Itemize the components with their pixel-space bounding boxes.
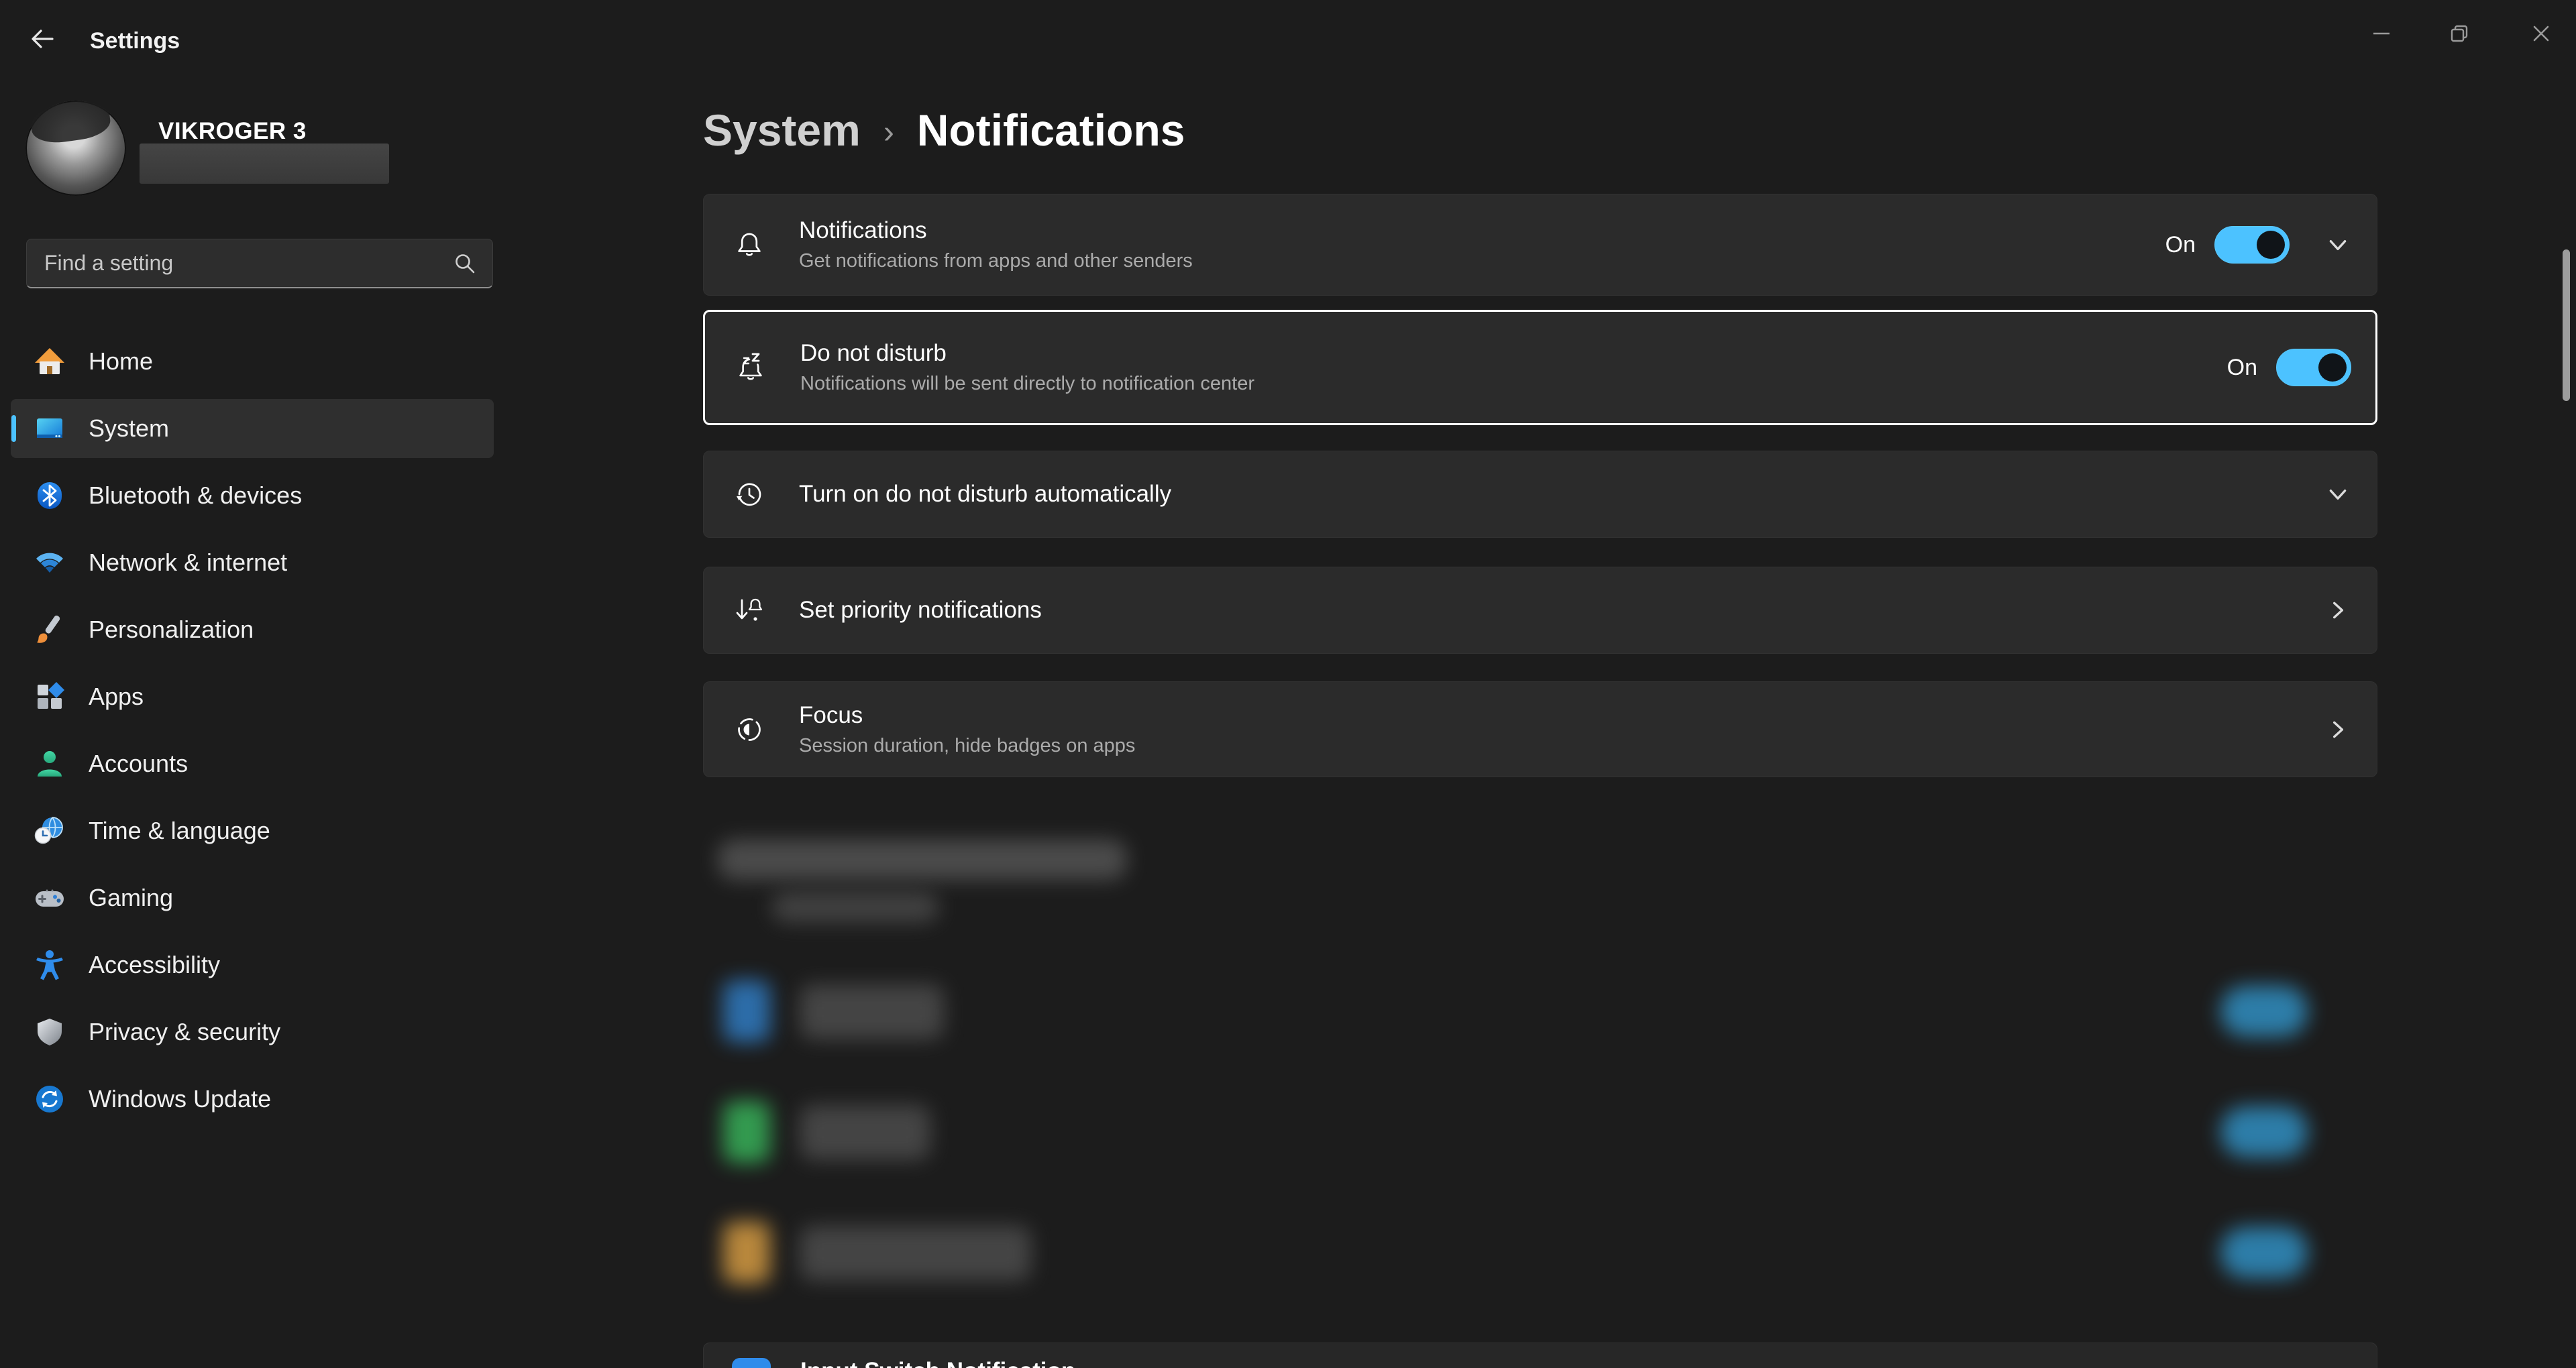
row-title: Input Switch Notification (800, 1358, 1075, 1368)
sidebar-item-label: Windows Update (89, 1085, 271, 1113)
app-name-redacted (800, 1105, 930, 1160)
row-title: Turn on do not disturb automatically (799, 481, 1171, 508)
row-subtitle: Get notifications from apps and other se… (799, 250, 1193, 272)
sidebar-item-label: Personalization (89, 616, 254, 644)
clock-history-icon (733, 478, 765, 510)
chevron-down-icon[interactable] (2326, 482, 2350, 506)
sidebar-item-label: Bluetooth & devices (89, 481, 302, 510)
sidebar-item-personalization[interactable]: Personalization (11, 600, 494, 659)
chevron-right-icon[interactable] (2326, 598, 2350, 622)
toggle-state-label: On (2165, 232, 2196, 258)
sidebar-item-home[interactable]: Home (11, 332, 494, 391)
search-box (26, 239, 493, 288)
do-not-disturb-toggle[interactable] (2276, 349, 2351, 386)
row-title: Focus (799, 702, 1135, 729)
sidebar-item-system[interactable]: System (11, 399, 494, 458)
gaming-icon (34, 882, 66, 914)
breadcrumb-separator: › (883, 110, 894, 151)
sidebar-item-bluetooth[interactable]: Bluetooth & devices (11, 466, 494, 525)
network-icon (34, 547, 66, 579)
dnd-automatic-row[interactable]: Turn on do not disturb automatically (703, 451, 2377, 538)
sidebar-item-time-language[interactable]: Time & language (11, 801, 494, 860)
sidebar-item-label: Accounts (89, 750, 188, 778)
accounts-icon (34, 748, 66, 780)
vertical-scrollbar-thumb[interactable] (2563, 249, 2570, 401)
apps-section-subheading-redacted (771, 892, 939, 923)
search-input[interactable] (27, 251, 453, 276)
input-switch-notification-row[interactable]: Input Switch Notification (703, 1343, 2377, 1368)
privacy-icon (34, 1016, 66, 1048)
settings-window: Settings VIKROGER 3 Home System Bluetoot… (0, 0, 2576, 1368)
bell-icon (733, 229, 765, 261)
windows-update-icon (34, 1083, 66, 1115)
sidebar-item-gaming[interactable]: Gaming (11, 868, 494, 927)
focus-icon (733, 714, 765, 746)
sidebar-item-label: Privacy & security (89, 1018, 280, 1046)
accessibility-icon (34, 949, 66, 981)
home-icon (34, 345, 66, 378)
app-toggle-redacted[interactable] (2220, 1227, 2308, 1278)
app-icon-redacted (723, 1101, 770, 1163)
bluetooth-icon (34, 479, 66, 512)
sidebar-item-accounts[interactable]: Accounts (11, 734, 494, 793)
sidebar-item-label: Home (89, 347, 153, 376)
sidebar-item-label: Network & internet (89, 549, 287, 577)
breadcrumb-system-link[interactable]: System (703, 105, 861, 156)
row-title: Set priority notifications (799, 597, 1042, 624)
do-not-disturb-row[interactable]: Do not disturb Notifications will be sen… (703, 310, 2377, 425)
apps-section-heading-redacted (718, 840, 1127, 880)
restore-button[interactable] (2440, 15, 2478, 52)
close-button[interactable] (2522, 15, 2560, 52)
system-icon (34, 412, 66, 445)
back-arrow-icon (27, 23, 59, 58)
app-toggle-redacted[interactable] (2220, 986, 2308, 1037)
app-icon-redacted (723, 1222, 770, 1284)
focus-row[interactable]: Focus Session duration, hide badges on a… (703, 681, 2377, 777)
sidebar-item-label: Time & language (89, 817, 270, 845)
sidebar-item-apps[interactable]: Apps (11, 667, 494, 726)
app-toggle-redacted[interactable] (2220, 1106, 2308, 1157)
app-icon-redacted (723, 980, 770, 1042)
app-name-redacted (800, 984, 944, 1039)
sidebar-item-label: Accessibility (89, 951, 220, 979)
row-title: Do not disturb (800, 340, 1254, 367)
keyboard-app-icon (732, 1358, 771, 1368)
row-subtitle: Notifications will be sent directly to n… (800, 373, 1254, 395)
sidebar-item-label: Apps (89, 683, 144, 711)
time-language-icon (34, 815, 66, 847)
personalization-icon (34, 614, 66, 646)
app-title: Settings (90, 28, 180, 54)
apps-icon (34, 681, 66, 713)
sidebar-item-privacy[interactable]: Privacy & security (11, 1003, 494, 1062)
sidebar-item-label: Gaming (89, 884, 173, 912)
toggle-state-label: On (2227, 355, 2257, 381)
minimize-button[interactable] (2363, 15, 2400, 52)
breadcrumb: System › Notifications (703, 99, 1185, 161)
sidebar-item-network[interactable]: Network & internet (11, 533, 494, 592)
search-icon (453, 252, 476, 275)
user-email-redacted (140, 144, 389, 184)
chevron-down-icon[interactable] (2326, 233, 2350, 257)
back-button[interactable] (25, 23, 60, 58)
row-subtitle: Session duration, hide badges on apps (799, 735, 1135, 757)
chevron-right-icon[interactable] (2326, 718, 2350, 742)
priority-notifications-row[interactable]: Set priority notifications (703, 567, 2377, 654)
page-title: Notifications (917, 105, 1185, 156)
sidebar-item-accessibility[interactable]: Accessibility (11, 935, 494, 994)
notifications-toggle[interactable] (2214, 226, 2290, 264)
bell-sleep-icon (735, 351, 767, 384)
user-avatar (25, 101, 126, 196)
sidebar-item-label: System (89, 414, 169, 443)
user-display-name: VIKROGER 3 (158, 118, 307, 145)
row-title: Notifications (799, 217, 1193, 244)
sidebar-item-windows-update[interactable]: Windows Update (11, 1070, 494, 1129)
notifications-row[interactable]: Notifications Get notifications from app… (703, 194, 2377, 296)
app-name-redacted (800, 1226, 1031, 1281)
priority-bell-icon (733, 594, 765, 626)
